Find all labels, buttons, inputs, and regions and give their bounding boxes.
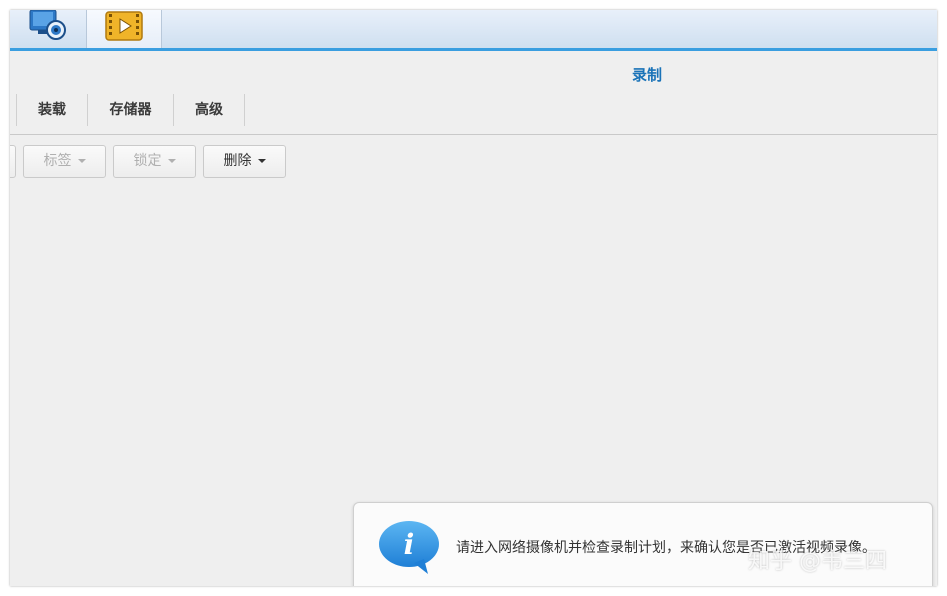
film-play-icon xyxy=(105,11,143,41)
tag-button[interactable]: 标签 xyxy=(23,145,106,178)
page-title: 录制 xyxy=(632,66,663,84)
camera-monitor-icon xyxy=(29,10,66,40)
toolbar-button-partial[interactable] xyxy=(10,145,16,178)
info-bubble-icon: i xyxy=(379,521,439,574)
tab-divider xyxy=(244,94,245,126)
taskbar-app-media[interactable] xyxy=(86,10,162,48)
chevron-down-icon xyxy=(257,159,266,163)
tab-bar: 装载 存储器 高级 xyxy=(10,90,937,135)
tag-button-label: 标签 xyxy=(43,153,72,169)
chevron-down-icon xyxy=(167,159,176,163)
chevron-down-icon xyxy=(77,159,86,163)
lock-button-label: 锁定 xyxy=(133,153,162,169)
taskbar xyxy=(10,10,937,51)
app-window: 录制 装载 存储器 高级 标签 锁定 删除 i 请进入网络摄像机并检查录制计划，… xyxy=(10,10,937,586)
taskbar-app-surveillance[interactable] xyxy=(10,10,85,48)
svg-text:i: i xyxy=(404,528,415,561)
tab-mount[interactable]: 装载 xyxy=(17,94,87,126)
delete-button[interactable]: 删除 xyxy=(203,145,286,178)
delete-button-label: 删除 xyxy=(223,153,252,169)
tab-storage[interactable]: 存储器 xyxy=(88,94,173,126)
lock-button[interactable]: 锁定 xyxy=(113,145,196,178)
watermark: 知乎 @韦三四 xyxy=(748,549,887,574)
tab-advanced[interactable]: 高级 xyxy=(174,94,244,126)
